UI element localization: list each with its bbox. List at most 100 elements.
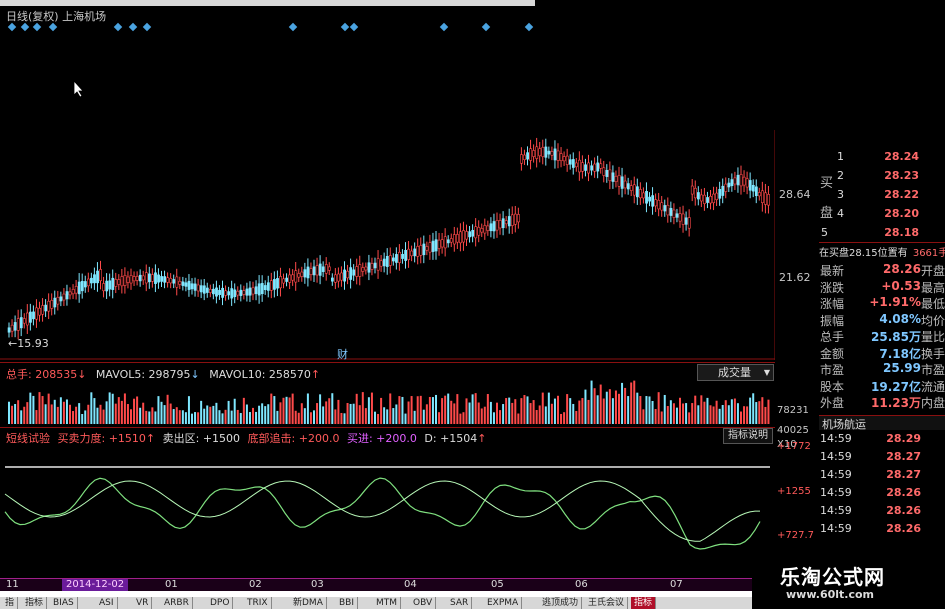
order-book-row[interactable]: 3 28.22 (819, 188, 945, 205)
candle-body (16, 318, 20, 331)
order-price: 28.20 (884, 207, 919, 220)
candlestick-chart[interactable] (0, 130, 775, 360)
candle-body (733, 177, 737, 185)
candle-body (126, 276, 130, 283)
volume-bar (325, 401, 328, 424)
indicator-dropdown[interactable]: 成交量 ▼ (697, 364, 774, 381)
indicator-tab[interactable]: MTM (373, 597, 402, 609)
volume-chart[interactable] (0, 380, 775, 426)
candle-body (739, 174, 743, 187)
volume-bar (242, 397, 245, 424)
volume-bar (575, 410, 578, 424)
candle-body (581, 162, 584, 172)
indicator-axis-label: +1772 (777, 441, 811, 452)
candle-body (535, 146, 539, 159)
candle-body (59, 296, 63, 302)
tick-time: 14:59 (820, 486, 852, 499)
indicator-tab[interactable]: DPO (207, 597, 234, 609)
indicator-tab[interactable]: 新DMA (290, 597, 327, 609)
order-level: 2 (837, 169, 844, 182)
volume-bar (721, 404, 724, 424)
volume-bar (203, 408, 206, 424)
volume-bar (730, 399, 733, 424)
volume-bar (450, 400, 453, 424)
signal-diamond-icon (142, 22, 152, 32)
volume-bar (480, 408, 483, 424)
signal-diamond-icon (288, 22, 298, 32)
indicator-tab[interactable]: ARBR (161, 597, 193, 609)
stat-key: 开盘 (920, 264, 945, 278)
candle-body (718, 189, 722, 199)
volume-bar (166, 394, 169, 424)
indicator-tab[interactable]: 指 (2, 597, 19, 609)
indicator-help-button[interactable]: 指标说明 (723, 428, 773, 444)
order-pressure-text: 在买盘28.15位置有 (819, 248, 908, 259)
volume-bar (447, 393, 450, 424)
volume-bar (212, 405, 215, 424)
candle-body (532, 150, 536, 157)
candle-body (321, 266, 325, 272)
volume-bar (331, 393, 334, 424)
indicator-tab[interactable]: BIAS (50, 597, 78, 609)
chart-title: 日线(复权) 上海机场 (6, 10, 107, 23)
volume-bar (749, 397, 752, 424)
indicator-tab[interactable]: 王氏会议 (585, 597, 629, 609)
ticks-header[interactable]: 机场航运 (819, 415, 945, 431)
tick-row: 14:59 28.26 (819, 504, 945, 521)
candle-body (767, 194, 770, 206)
indicator-tab[interactable]: TRIX (244, 597, 272, 609)
candle-body (83, 281, 87, 288)
order-book-row[interactable]: 4 28.20 (819, 207, 945, 224)
volume-bar (35, 410, 38, 424)
volume-bar (349, 403, 352, 424)
candle-body (715, 192, 719, 201)
volume-bar (755, 402, 758, 424)
quote-panel: 买 盘 1 28.24 2 28.23 3 28.22 4 28.20 5 28.18 在… (819, 136, 945, 582)
order-book-row[interactable]: 5 28.18 (819, 226, 945, 243)
finance-marker-icon[interactable]: 财 (337, 346, 348, 362)
candle-body (138, 274, 142, 282)
indicator-tab[interactable]: 指标 (631, 597, 657, 609)
volume-bar (319, 394, 322, 424)
volume-bar (285, 396, 288, 424)
ticks-title: 机场航运 (822, 418, 866, 431)
volume-bar (428, 396, 431, 424)
volume-bar (724, 400, 727, 424)
volume-bar (410, 396, 413, 424)
candle-body (190, 283, 194, 290)
candle-body (754, 186, 758, 196)
indicator-tab[interactable]: VR (133, 597, 153, 609)
indicator-tab[interactable]: 逃顶成功 (539, 597, 583, 609)
candle-body (184, 282, 188, 287)
volume-bar (303, 408, 306, 424)
indicator-tab[interactable]: OBV (410, 597, 437, 609)
volume-bar (675, 407, 678, 424)
indicator-tab[interactable]: ASI (96, 597, 118, 609)
tick-time: 14:59 (820, 468, 852, 481)
candle-body (68, 291, 72, 296)
candle-body (413, 248, 417, 257)
candle-body (62, 293, 66, 301)
stat-row: 最新 28.26 开盘 (819, 262, 945, 278)
indicator-tab[interactable]: BBI (336, 597, 359, 609)
candle-body (44, 304, 48, 312)
candle-body (300, 271, 304, 277)
order-book-row[interactable]: 1 28.24 (819, 150, 945, 167)
volume-bar (32, 395, 35, 424)
indicator-chart[interactable] (0, 444, 775, 578)
time-axis-label: 05 (491, 579, 504, 590)
time-axis-label: 06 (575, 579, 588, 590)
volume-bar (535, 410, 538, 424)
candle-body (401, 253, 404, 259)
candle-body (77, 281, 81, 295)
candle-body (703, 194, 706, 204)
indicator-tab[interactable]: EXPMA (484, 597, 523, 609)
volume-bar (587, 399, 590, 424)
indicator-tab[interactable]: 指标 (22, 597, 48, 609)
volume-bar (291, 393, 294, 424)
candle-body (361, 267, 365, 272)
candle-body (224, 290, 228, 296)
indicator-tab[interactable]: SAR (447, 597, 473, 609)
volume-bar (14, 404, 17, 424)
order-book-row[interactable]: 2 28.23 (819, 169, 945, 186)
